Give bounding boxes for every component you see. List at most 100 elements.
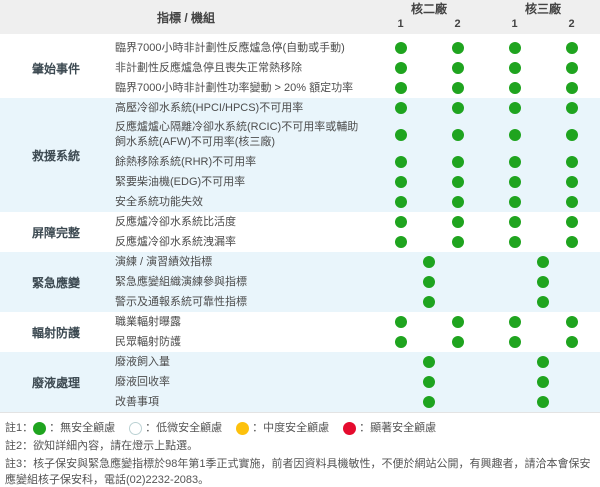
- status-dots: [372, 296, 600, 308]
- status-dot[interactable]: [565, 176, 578, 188]
- status-dot[interactable]: [537, 296, 549, 308]
- status-dot[interactable]: [394, 102, 407, 114]
- status-dot[interactable]: [394, 236, 407, 248]
- status-dot[interactable]: [537, 356, 549, 368]
- status-dot[interactable]: [394, 216, 407, 228]
- status-dot[interactable]: [565, 196, 578, 208]
- status-dot[interactable]: [394, 62, 407, 74]
- dot-cell: [486, 156, 543, 168]
- dot-cell: [543, 336, 600, 348]
- status-dot[interactable]: [565, 156, 578, 168]
- status-dots: [372, 42, 600, 54]
- status-dot[interactable]: [565, 216, 578, 228]
- dot-cell: [543, 42, 600, 54]
- status-dot[interactable]: [508, 336, 521, 348]
- group-label: 廢液處理: [31, 375, 80, 390]
- status-dot[interactable]: [565, 129, 578, 141]
- status-dot[interactable]: [394, 156, 407, 168]
- status-dot[interactable]: [508, 129, 521, 141]
- indicator-group: 屏障完整 反應爐冷卻水系統比活度 反應爐冷卻水系統洩漏率: [0, 212, 600, 252]
- status-dot[interactable]: [537, 276, 549, 288]
- row-label: 非計劃性反應爐急停且喪失正常熱移除: [115, 61, 302, 74]
- status-dot[interactable]: [537, 376, 549, 388]
- status-dot[interactable]: [451, 102, 464, 114]
- dot-cell: [486, 356, 600, 368]
- note-1-prefix: 註1：: [5, 422, 34, 434]
- dot-cell: [486, 376, 600, 388]
- status-dot[interactable]: [565, 82, 578, 94]
- status-dot[interactable]: [451, 42, 464, 54]
- status-dot[interactable]: [565, 236, 578, 248]
- status-dot[interactable]: [394, 196, 407, 208]
- status-dot[interactable]: [451, 176, 464, 188]
- status-dot[interactable]: [565, 336, 578, 348]
- status-dot[interactable]: [508, 42, 521, 54]
- status-dot[interactable]: [423, 276, 435, 288]
- status-dots: [372, 62, 600, 74]
- status-dot[interactable]: [451, 156, 464, 168]
- status-dot[interactable]: [508, 316, 521, 328]
- status-dot[interactable]: [394, 129, 407, 141]
- status-dot[interactable]: [423, 376, 435, 388]
- dot-cell: [429, 216, 486, 228]
- dot-cell: [429, 82, 486, 94]
- status-dot[interactable]: [565, 62, 578, 74]
- dot-cell: [372, 336, 429, 348]
- status-dot[interactable]: [508, 236, 521, 248]
- status-dot[interactable]: [508, 156, 521, 168]
- table-header: 指標 / 機組 核二廠 核三廠 1 2 1 2: [0, 0, 600, 34]
- status-dot[interactable]: [537, 256, 549, 268]
- indicator-group: 救援系統 高壓冷卻水系統(HPCI/HPCS)不可用率 反應爐爐心隔離冷卻水系統(R…: [0, 98, 600, 212]
- dot-cell: [372, 196, 429, 208]
- dot-cell: [372, 156, 429, 168]
- status-dot[interactable]: [394, 82, 407, 94]
- status-dot[interactable]: [423, 296, 435, 308]
- row-label: 緊急應變組織演練參與指標: [115, 275, 247, 288]
- status-dot[interactable]: [508, 196, 521, 208]
- dot-cell: [543, 236, 600, 248]
- table-row: 臨界7000小時非計劃性反應爐急停(自動或手動): [112, 38, 600, 58]
- dot-cell: [372, 236, 429, 248]
- row-label: 民眾輻射防護: [115, 335, 181, 348]
- status-dot[interactable]: [508, 62, 521, 74]
- status-dot[interactable]: [508, 82, 521, 94]
- status-dot[interactable]: [423, 356, 435, 368]
- status-dot[interactable]: [537, 396, 549, 408]
- note-3: 註3：核子保安與緊急應變指標於98年第1季正式實施，前者因資料具機敏性，不便於網…: [5, 458, 591, 486]
- status-dot[interactable]: [423, 396, 435, 408]
- table-row: 緊要柴油機(EDG)不可用率: [112, 172, 600, 192]
- status-dot[interactable]: [451, 196, 464, 208]
- row-label: 廢液飼入量: [115, 355, 170, 368]
- status-dot[interactable]: [394, 176, 407, 188]
- status-dot[interactable]: [565, 316, 578, 328]
- status-dot[interactable]: [565, 102, 578, 114]
- dot-cell: [372, 316, 429, 328]
- row-label: 廢液回收率: [115, 375, 170, 388]
- status-dot[interactable]: [394, 336, 407, 348]
- status-dot[interactable]: [451, 316, 464, 328]
- group-rows: 廢液飼入量 廢液回收率 改善事項: [112, 352, 600, 412]
- status-dot[interactable]: [451, 336, 464, 348]
- status-dots: [372, 316, 600, 328]
- status-dot[interactable]: [508, 102, 521, 114]
- status-dot[interactable]: [451, 129, 464, 141]
- dot-cell: [429, 176, 486, 188]
- status-dot[interactable]: [451, 236, 464, 248]
- status-dot[interactable]: [508, 216, 521, 228]
- row-label: 演練 / 演習績效指標: [115, 255, 213, 268]
- legend-green-dot: [33, 421, 47, 435]
- dot-cell: [486, 82, 543, 94]
- status-dot[interactable]: [508, 176, 521, 188]
- dot-cell: [486, 276, 600, 288]
- status-dot[interactable]: [423, 256, 435, 268]
- status-dot[interactable]: [451, 82, 464, 94]
- status-dot[interactable]: [565, 42, 578, 54]
- status-dots: [372, 176, 600, 188]
- plant-column-headers: 核二廠 核三廠 1 2 1 2: [372, 0, 600, 34]
- status-dot[interactable]: [451, 62, 464, 74]
- status-dot[interactable]: [394, 42, 407, 54]
- status-dot[interactable]: [394, 316, 407, 328]
- status-dots: [372, 356, 600, 368]
- status-dot[interactable]: [451, 216, 464, 228]
- table-row: 安全系統功能失效: [112, 192, 600, 212]
